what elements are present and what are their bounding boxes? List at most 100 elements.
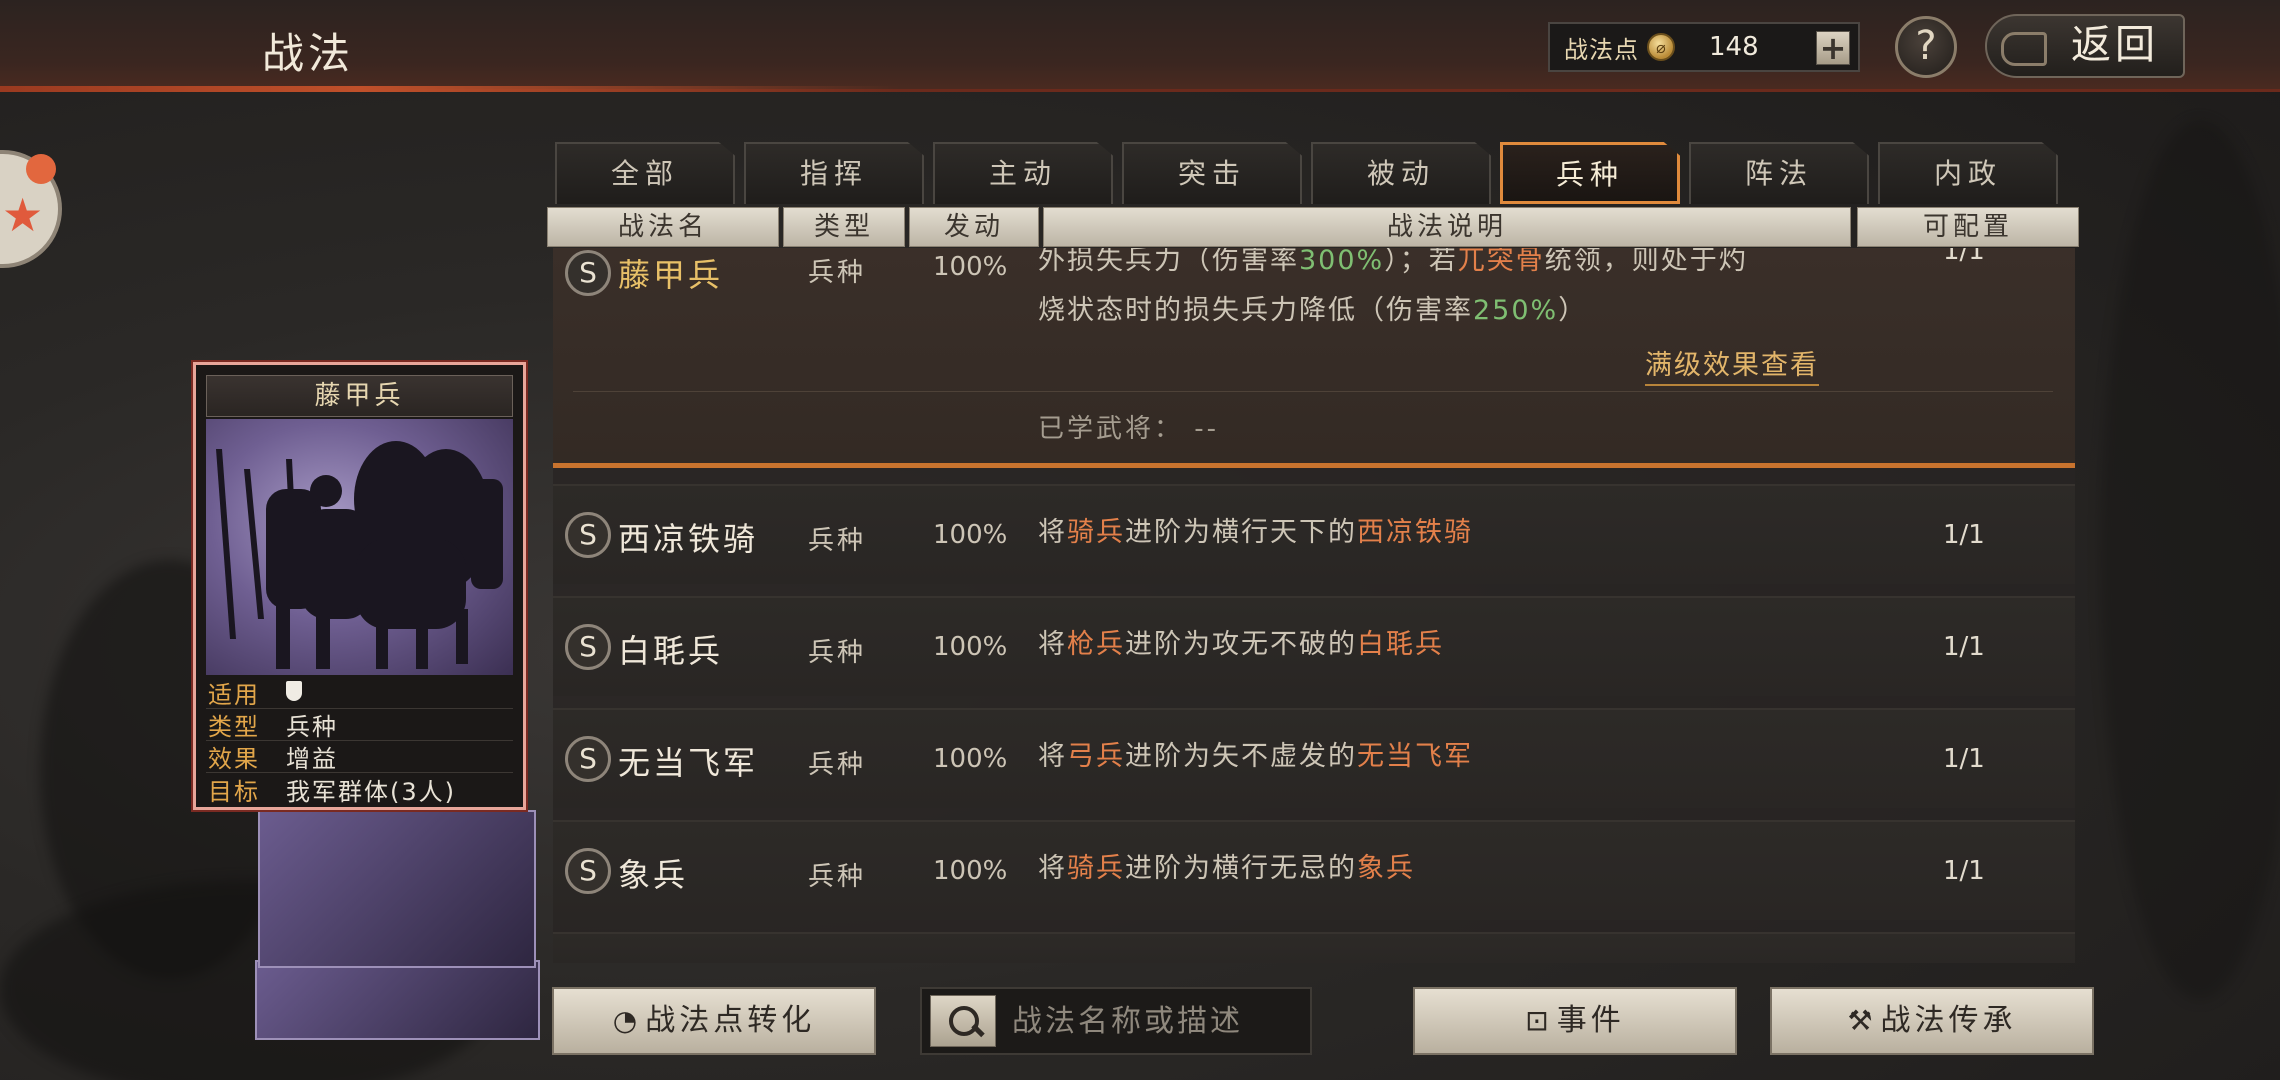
tactic-inherit-button[interactable]: ⚒ 战法传承 xyxy=(1770,987,2094,1055)
tab-formation[interactable]: 阵法 xyxy=(1689,142,1869,204)
grade-s-icon: S xyxy=(565,624,611,670)
column-header-rate[interactable]: 发动 xyxy=(909,207,1039,247)
tactic-name: 西凉铁骑 xyxy=(618,520,759,558)
desc-text: 统领，则处于灼 xyxy=(1544,248,1748,276)
page-title: 战法 xyxy=(262,29,355,78)
desc-text: 进阶为横行无忌的 xyxy=(1125,853,1357,884)
tab-passive[interactable]: 被动 xyxy=(1311,142,1491,204)
ink-decoration xyxy=(2100,120,2280,1000)
tactic-config: 1/1 xyxy=(1943,520,1985,550)
add-points-button[interactable]: + xyxy=(1816,31,1850,65)
help-button[interactable]: ? xyxy=(1895,16,1957,78)
tactic-row[interactable]: S 西凉铁骑 兵种 100% 将骑兵进阶为横行天下的西凉铁骑 1/1 xyxy=(553,484,2075,584)
tactic-name: 白毦兵 xyxy=(618,632,724,670)
tactic-description: 将骑兵进阶为横行无忌的象兵 xyxy=(1038,844,1415,894)
search-input[interactable] xyxy=(1012,989,1307,1053)
tab-active[interactable]: 主动 xyxy=(933,142,1113,204)
tactic-rate: 100% xyxy=(933,632,1008,662)
tactic-type: 兵种 xyxy=(808,862,867,892)
back-button[interactable]: 返回 xyxy=(1985,14,2185,78)
rattan-armor-soldiers-illustration xyxy=(216,441,503,669)
tactic-type: 兵种 xyxy=(808,526,867,556)
desc-highlight: 白毦兵 xyxy=(1357,629,1444,660)
expanded-tactic-row[interactable]: S 藤甲兵 兵种 100% 1/1 外损失兵力（伤害率300%）；若兀突骨统领，… xyxy=(553,248,2075,468)
convert-points-button[interactable]: ◔ 战法点转化 xyxy=(552,987,876,1055)
tab-command[interactable]: 指挥 xyxy=(744,142,924,204)
column-header-type[interactable]: 类型 xyxy=(783,207,905,247)
tactic-description-line-1: 外损失兵力（伤害率300%）；若兀突骨统领，则处于灼 xyxy=(1038,248,1748,286)
info-value: 兵种 xyxy=(286,713,338,741)
tab-all[interactable]: 全部 xyxy=(555,142,735,204)
tactic-type: 兵种 xyxy=(808,750,867,780)
tactic-row[interactable]: S 象兵 兵种 100% 将骑兵进阶为横行无忌的象兵 1/1 xyxy=(553,820,2075,920)
tactic-name: 象兵 xyxy=(618,856,689,894)
max-level-effect-link[interactable]: 满级效果查看 xyxy=(1645,343,1819,386)
tactic-points-box: 战法点 ⌀ 148 + xyxy=(1548,22,1860,72)
column-header-name[interactable]: 战法名 xyxy=(547,207,779,247)
tactic-row[interactable] xyxy=(553,932,2075,963)
desc-text: ）；若 xyxy=(1384,248,1458,276)
event-button[interactable]: ⊡ 事件 xyxy=(1413,987,1737,1055)
learned-generals: 已学武将： -- xyxy=(1038,408,1219,445)
tactic-description-line-2: 烧状态时的损失兵力降低（伤害率250%） xyxy=(1038,286,1587,336)
card-info-row: 效果 增益 xyxy=(206,741,513,773)
desc-text: 烧状态时的损失兵力降低（伤害率 xyxy=(1038,295,1473,326)
points-value: 148 xyxy=(1709,32,1759,62)
desc-text: 将 xyxy=(1038,629,1067,660)
learned-label: 已学武将： xyxy=(1038,414,1184,444)
desc-highlight: 无当飞军 xyxy=(1357,741,1473,772)
card-info-row: 类型 兵种 xyxy=(206,709,513,741)
desc-text: ） xyxy=(1558,295,1588,326)
tactic-type: 兵种 xyxy=(808,258,867,288)
tactic-rate: 100% xyxy=(933,520,1008,550)
grade-s-icon: S xyxy=(565,848,611,894)
info-key: 效果 xyxy=(208,745,260,773)
card-stack-image xyxy=(255,960,540,1040)
grade-s-icon: S xyxy=(565,250,611,296)
desc-text: 将 xyxy=(1038,741,1067,772)
card-title: 藤甲兵 xyxy=(206,375,513,417)
info-key: 适用 xyxy=(208,681,260,709)
desc-text: 将 xyxy=(1038,853,1067,884)
tactic-description: 将枪兵进阶为攻无不破的白毦兵 xyxy=(1038,620,1444,670)
tactic-row[interactable]: S 无当飞军 兵种 100% 将弓兵进阶为矢不虚发的无当飞军 1/1 xyxy=(553,708,2075,808)
star-icon: ★ xyxy=(2,188,44,242)
category-tabs: 全部 指挥 主动 突击 被动 兵种 阵法 内政 xyxy=(555,142,2065,204)
card-info-row: 适用 xyxy=(206,677,513,709)
desc-highlight: 西凉铁骑 xyxy=(1357,517,1473,548)
column-header-description: 战法说明 xyxy=(1043,207,1851,247)
selected-tactic-card[interactable]: 藤甲兵 适用 类型 兵种 效果 增益 目标 我军群体(3人) xyxy=(193,362,526,810)
column-header-config[interactable]: 可配置 xyxy=(1857,207,2079,247)
tactic-type: 兵种 xyxy=(808,638,867,668)
card-info-row: 目标 我军群体(3人) xyxy=(206,773,513,806)
button-label: 战法传承 xyxy=(1880,1003,2017,1038)
button-label: 战法点转化 xyxy=(645,1003,816,1038)
tactic-description: 将弓兵进阶为矢不虚发的无当飞军 xyxy=(1038,732,1473,782)
learned-value: -- xyxy=(1194,414,1220,444)
tab-troop-type[interactable]: 兵种 xyxy=(1500,142,1680,204)
tactic-rate: 100% xyxy=(933,856,1008,886)
tactic-row[interactable]: S 白毦兵 兵种 100% 将枪兵进阶为攻无不破的白毦兵 1/1 xyxy=(553,596,2075,696)
tab-assault[interactable]: 突击 xyxy=(1122,142,1302,204)
tactic-name: 藤甲兵 xyxy=(618,256,724,294)
tactic-config: 1/1 xyxy=(1943,744,1985,774)
info-key: 类型 xyxy=(208,713,260,741)
side-menu-badge[interactable]: ★ xyxy=(0,150,62,268)
top-bar: 战法 战法点 ⌀ 148 + ? 返回 xyxy=(0,0,2280,92)
tactic-rate: 100% xyxy=(933,744,1008,774)
desc-highlight: 象兵 xyxy=(1357,853,1415,884)
points-label: 战法点 xyxy=(1564,35,1639,64)
tactic-config: 1/1 xyxy=(1943,632,1985,662)
desc-highlight: 枪兵 xyxy=(1067,629,1125,660)
search-icon[interactable] xyxy=(930,995,996,1047)
desc-value: 300% xyxy=(1299,248,1385,276)
tactic-rate: 100% xyxy=(933,252,1008,282)
desc-highlight: 骑兵 xyxy=(1067,517,1125,548)
button-label: 事件 xyxy=(1556,1003,1625,1038)
tactic-list[interactable]: S 藤甲兵 兵种 100% 1/1 外损失兵力（伤害率300%）；若兀突骨统领，… xyxy=(553,248,2075,963)
card-artwork xyxy=(206,419,513,675)
tactic-name: 无当飞军 xyxy=(618,744,759,782)
tactic-config: 1/1 xyxy=(1943,856,1985,886)
coin-icon: ⌀ xyxy=(1647,33,1675,61)
tab-internal-affairs[interactable]: 内政 xyxy=(1878,142,2058,204)
